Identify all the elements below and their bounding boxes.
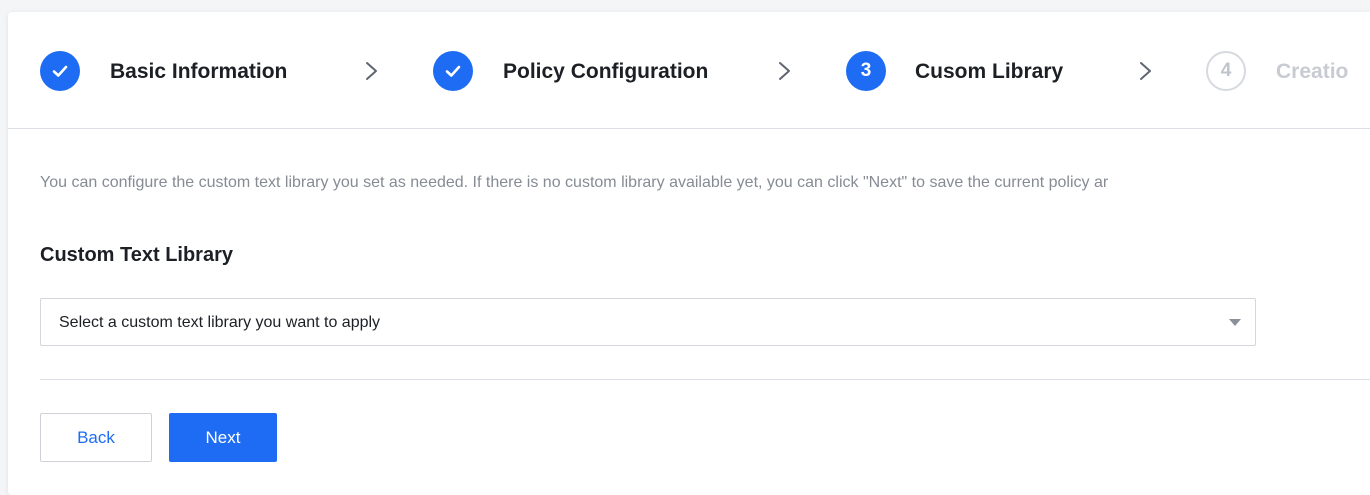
intro-description: You can configure the custom text librar… [40, 174, 1109, 191]
select-value: Select a custom text library you want to… [59, 314, 381, 331]
chevron-right-icon [1140, 62, 1151, 80]
wizard-steps: Basic Information Policy Configuration 3… [8, 12, 1370, 129]
footer-divider [40, 379, 1370, 380]
step-3-number: 3 [846, 51, 886, 91]
step-4-number: 4 [1206, 51, 1246, 91]
step-1-label: Basic Information [110, 60, 288, 83]
step-2-label: Policy Configuration [503, 60, 709, 83]
chevron-right-icon [779, 62, 790, 80]
custom-text-library-select[interactable]: Select a custom text library you want to… [40, 298, 1256, 346]
caret-down-icon [1229, 319, 1241, 326]
custom-text-library-heading: Custom Text Library [40, 244, 233, 266]
step-4-label: Creatio [1276, 60, 1349, 83]
step-1-done-indicator [40, 51, 80, 91]
step-2-done-indicator [433, 51, 473, 91]
policy-wizard-card: Basic Information Policy Configuration 3… [8, 12, 1370, 495]
step-3-label: Cusom Library [915, 60, 1064, 83]
next-button[interactable]: Next [169, 413, 277, 462]
back-button[interactable]: Back [40, 413, 152, 462]
check-icon [52, 65, 68, 77]
chevron-right-icon [366, 62, 377, 80]
check-icon [445, 65, 461, 77]
